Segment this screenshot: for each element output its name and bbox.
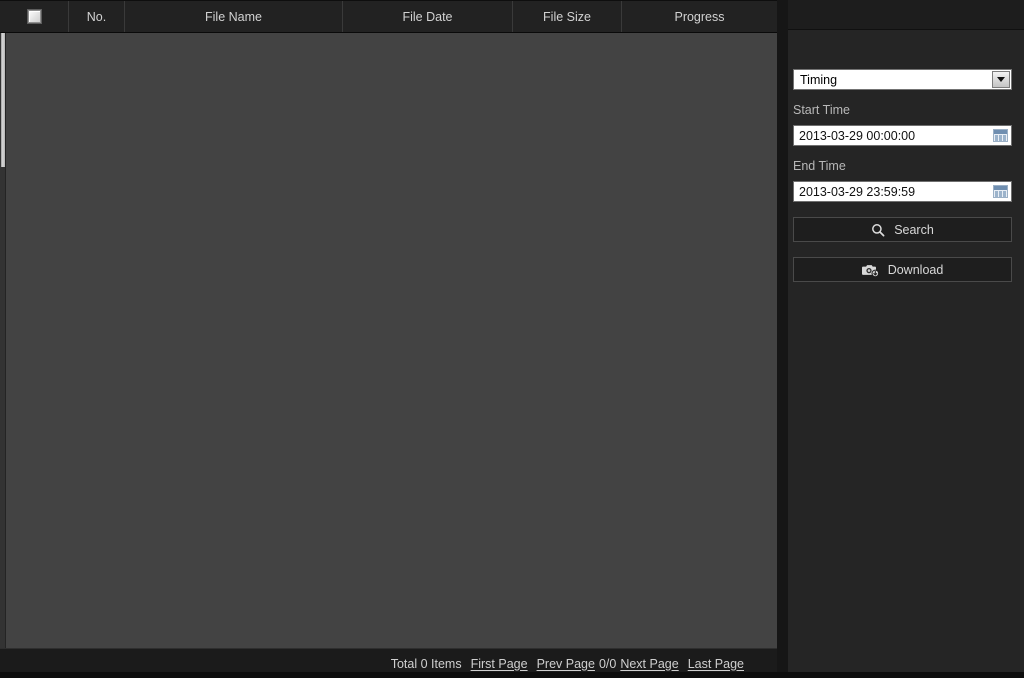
chevron-down-icon[interactable] xyxy=(992,71,1010,88)
column-header-file-date-label: File Date xyxy=(402,9,453,24)
column-header-no-label: No. xyxy=(86,9,107,24)
column-header-no[interactable]: No. xyxy=(69,1,125,32)
scrollbar-thumb[interactable] xyxy=(1,33,5,167)
file-type-select[interactable]: Timing xyxy=(793,69,1012,90)
column-header-file-name-label: File Name xyxy=(205,9,262,24)
sidebar-top-band xyxy=(788,0,1024,30)
panel-divider xyxy=(777,0,788,678)
column-header-file-size[interactable]: File Size xyxy=(513,1,622,32)
end-time-input[interactable]: 2013-03-29 23:59:59 xyxy=(793,181,1012,202)
column-header-progress-label: Progress xyxy=(674,9,725,24)
sidebar-content: Timing Start Time 2013-03-29 00:00:00 En… xyxy=(793,30,1019,282)
page-count-label: 0/0 xyxy=(598,656,617,671)
first-page-link[interactable]: First Page xyxy=(471,657,528,671)
snapshot-download-window: No. File Name File Date File Size Progre… xyxy=(0,0,1024,678)
total-items-label: Total 0 Items xyxy=(390,656,462,671)
column-header-file-date[interactable]: File Date xyxy=(343,1,513,32)
window-bottom-frame xyxy=(0,672,1024,678)
calendar-icon[interactable] xyxy=(993,129,1008,142)
select-all-checkbox[interactable] xyxy=(27,10,41,23)
end-time-value: 2013-03-29 23:59:59 xyxy=(799,184,916,199)
camera-download-icon xyxy=(861,264,879,277)
file-list-scrollbar[interactable] xyxy=(0,33,6,648)
last-page-link[interactable]: Last Page xyxy=(688,657,744,671)
end-time-label: End Time xyxy=(793,159,846,173)
search-button[interactable]: Search xyxy=(793,217,1012,242)
search-button-label: Search xyxy=(894,222,934,237)
download-button[interactable]: Download xyxy=(793,257,1012,282)
file-list-panel: No. File Name File Date File Size Progre… xyxy=(0,0,777,648)
page-nav-group: Prev Page 0/0 Next Page xyxy=(537,657,679,671)
search-sidebar: Timing Start Time 2013-03-29 00:00:00 En… xyxy=(788,0,1024,672)
file-list-body xyxy=(0,33,777,648)
start-time-label: Start Time xyxy=(793,103,850,117)
column-header-file-size-label: File Size xyxy=(543,9,591,24)
start-time-input[interactable]: 2013-03-29 00:00:00 xyxy=(793,125,1012,146)
file-type-select-value: Timing xyxy=(800,72,838,87)
column-header-select-all[interactable] xyxy=(0,1,69,32)
prev-page-link[interactable]: Prev Page xyxy=(537,657,595,671)
download-button-label: Download xyxy=(887,262,944,277)
search-icon xyxy=(872,223,885,236)
column-header-file-name[interactable]: File Name xyxy=(125,1,343,32)
calendar-icon[interactable] xyxy=(993,185,1008,198)
file-table-header: No. File Name File Date File Size Progre… xyxy=(0,0,777,33)
start-time-value: 2013-03-29 00:00:00 xyxy=(799,128,916,143)
column-header-progress[interactable]: Progress xyxy=(622,1,777,32)
next-page-link[interactable]: Next Page xyxy=(620,657,678,671)
